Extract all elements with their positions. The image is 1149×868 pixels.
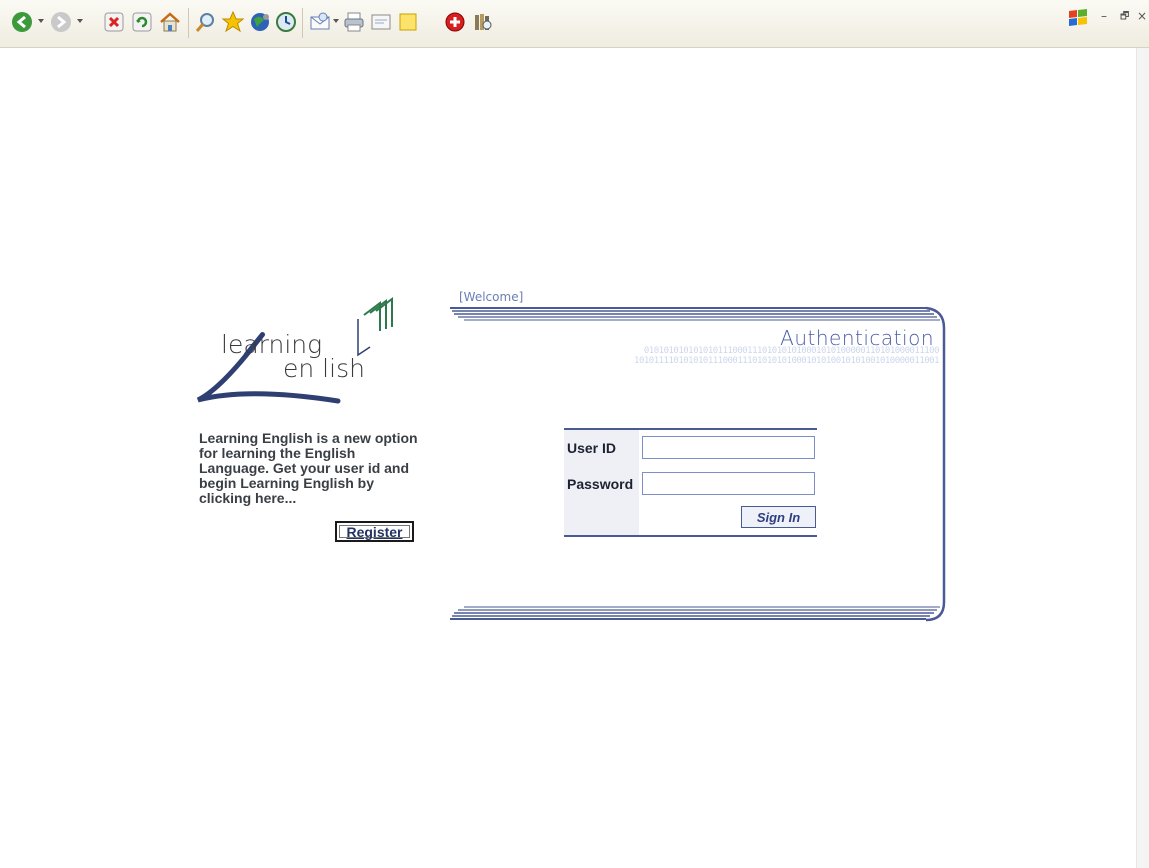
intro-line: for learning the English [199,445,356,461]
discuss-icon[interactable] [396,10,420,34]
userid-label: User ID [567,440,617,456]
stop-icon[interactable] [102,10,126,34]
password-label: Password [567,476,634,492]
favorites-icon[interactable] [221,10,245,34]
history-icon[interactable] [274,10,298,34]
learning-english-logo: learning en lish [188,295,438,415]
userid-input[interactable] [642,436,815,459]
back-icon[interactable] [10,10,34,34]
register-button[interactable]: Register [335,521,414,542]
mail-icon[interactable] [308,10,332,34]
sign-in-button[interactable]: Sign In [741,506,816,528]
windows-logo-icon [1066,6,1090,30]
password-input[interactable] [642,472,815,495]
vertical-scrollbar[interactable] [1136,48,1149,868]
back-dropdown-icon[interactable] [38,19,44,23]
intro-line: begin Learning English by [199,475,375,491]
search-icon[interactable] [193,10,217,34]
intro-line: Learning English is a new option [199,430,418,446]
add-icon[interactable] [443,10,467,34]
intro-line: Language. Get your user id and [199,460,410,476]
edit-icon[interactable] [369,10,393,34]
forward-icon[interactable] [49,10,73,34]
forward-dropdown-icon[interactable] [77,19,83,23]
print-icon[interactable] [342,10,366,34]
home-icon[interactable] [158,10,182,34]
restore-icon[interactable]: 🗗 [1120,9,1129,26]
binary-decoration: 0101010101010101110001110101010100010101… [459,346,939,366]
intro-description: Learning English is a new option for lea… [199,431,444,506]
refresh-icon[interactable] [130,10,154,34]
research-icon[interactable] [471,10,495,34]
logo-text-english: en lish [283,354,365,383]
media-icon[interactable] [248,10,272,34]
mail-dropdown-icon[interactable] [333,19,339,23]
intro-line: clicking here... [199,490,297,506]
close-icon[interactable]: × [1137,9,1147,23]
binary-line: 0101010101010101110001110101010100010101… [643,346,939,356]
minimize-icon[interactable]: – [1101,9,1107,23]
browser-toolbar: – 🗗 × [0,0,1149,48]
binary-line: 1010111101010101110001110101010100010101… [634,356,939,366]
